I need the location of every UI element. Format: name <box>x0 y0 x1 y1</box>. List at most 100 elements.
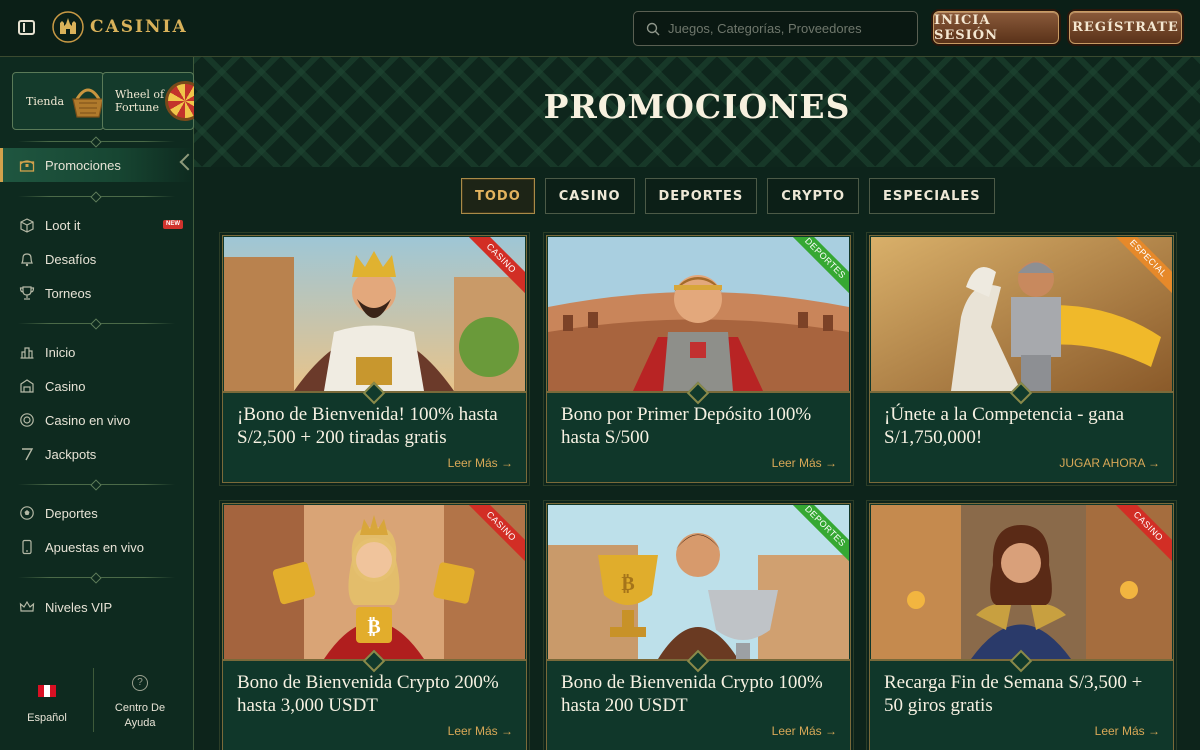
wheel-of-fortune-card[interactable]: Wheel of Fortune <box>102 72 194 130</box>
sidebar-item-casino-en-vivo[interactable]: Casino en vivo <box>0 403 193 437</box>
king-illustration <box>224 237 525 391</box>
help-label: Centro De Ayuda <box>114 702 166 729</box>
promo-title: Bono de Bienvenida Crypto 100% hasta 200… <box>561 672 823 716</box>
tab-casino[interactable]: CASINO <box>544 178 635 214</box>
divider <box>18 141 175 142</box>
new-badge: NEW <box>163 220 183 229</box>
sidebar-item-label: Deportes <box>45 505 98 521</box>
register-button[interactable]: REGÍSTRATE <box>1069 11 1182 44</box>
sidebar-item-inicio[interactable]: Inicio <box>0 335 193 369</box>
promo-image: ESPECIAL <box>871 237 1172 391</box>
sidebar-item-label: Promociones <box>45 157 121 173</box>
read-more-link[interactable]: Leer Más → <box>772 724 837 738</box>
read-more-link[interactable]: Leer Más → <box>448 724 513 738</box>
promo-card[interactable]: ₿ CASINO Bono de Bienvenida Crypto 200% … <box>219 500 530 750</box>
sidebar-item-label: Casino <box>45 378 86 394</box>
bell-icon <box>18 251 35 268</box>
tab-crypto[interactable]: CRYPTO <box>767 178 859 214</box>
divider <box>18 196 175 197</box>
sidebar-item-label: Inicio <box>45 344 76 360</box>
card-divider <box>547 659 850 661</box>
box-icon <box>18 217 35 234</box>
sidebar-item-label: Jackpots <box>45 446 97 462</box>
logo[interactable]: CASINIA <box>52 10 188 44</box>
tab-deportes[interactable]: DEPORTES <box>644 178 758 214</box>
card-divider <box>870 659 1173 661</box>
castle-logo-icon <box>52 11 84 43</box>
sidebar-item-label: Torneos <box>45 285 92 301</box>
sidebar-item-promociones[interactable]: Promociones <box>0 148 193 182</box>
read-more-link[interactable]: Leer Más → <box>448 456 513 470</box>
promo-card[interactable]: CASINO ¡Bono de Bienvenida! 100% hasta S… <box>219 232 530 486</box>
sidebar-item-apuestas-en-vivo[interactable]: Apuestas en vivo <box>0 530 193 564</box>
quick-links: Tienda Wheel of Fortune <box>12 72 194 130</box>
promo-card[interactable]: CASINO Recarga Fin de Semana S/3,500 + 5… <box>866 500 1177 750</box>
sidebar-item-label: Casino en vivo <box>45 412 131 428</box>
promo-image: ₿ CASINO <box>224 505 525 659</box>
casino-icon <box>18 378 35 395</box>
promo-image: DEPORTES <box>548 237 849 391</box>
card-divider <box>223 391 526 393</box>
read-more-link[interactable]: Leer Más → <box>772 456 837 470</box>
trophy-illustration: ₿ <box>548 505 849 659</box>
phone-icon <box>18 539 35 556</box>
divider <box>18 484 175 485</box>
divider <box>93 668 94 732</box>
peru-flag-icon <box>38 685 56 697</box>
sidebar-item-loot-it[interactable]: Loot it NEW <box>0 208 193 242</box>
chip-icon <box>18 412 35 429</box>
home-icon <box>18 344 35 361</box>
promo-title: Recarga Fin de Semana S/3,500 + 50 giros… <box>884 672 1143 716</box>
promo-title: Bono por Primer Depósito 100% hasta S/50… <box>561 404 812 448</box>
sidebar-item-label: Niveles VIP <box>45 599 113 615</box>
queen-crypto-illustration: ₿ <box>224 505 525 659</box>
card-divider <box>223 659 526 661</box>
main-content: PROMOCIONES TODO CASINO DEPORTES CRYPTO … <box>194 57 1200 750</box>
card-divider <box>870 391 1173 393</box>
play-now-link[interactable]: JUGAR AHORA → <box>1059 456 1160 470</box>
promo-filter-tabs: TODO CASINO DEPORTES CRYPTO ESPECIALES <box>461 178 995 214</box>
search-box[interactable] <box>633 11 918 46</box>
gladiator-illustration <box>548 237 849 391</box>
promo-card[interactable]: DEPORTES Bono por Primer Depósito 100% h… <box>543 232 854 486</box>
login-button[interactable]: INICIA SESIÓN <box>933 11 1059 44</box>
tab-todo[interactable]: TODO <box>461 178 535 214</box>
wheel-label: Wheel of Fortune <box>115 88 165 114</box>
heroine-illustration <box>871 505 1172 659</box>
brand-name: CASINIA <box>90 17 188 37</box>
tab-especiales[interactable]: ESPECIALES <box>869 178 995 214</box>
sidebar-item-torneos[interactable]: Torneos <box>0 276 193 310</box>
sidebar-item-casino[interactable]: Casino <box>0 369 193 403</box>
sidebar-item-label: Loot it <box>45 217 81 233</box>
language-selector[interactable]: Español <box>22 685 72 724</box>
sidebar-item-label: Apuestas en vivo <box>45 539 145 555</box>
language-label: Español <box>27 712 67 724</box>
sidebar-item-desafios[interactable]: Desafíos <box>0 242 193 276</box>
read-more-link[interactable]: Leer Más → <box>1095 724 1160 738</box>
promo-image: CASINO <box>871 505 1172 659</box>
sidebar-item-jackpots[interactable]: Jackpots <box>0 437 193 471</box>
top-header: CASINIA INICIA SESIÓN REGÍSTRATE <box>0 0 1200 57</box>
divider <box>18 323 175 324</box>
seven-icon <box>18 446 35 463</box>
promo-card[interactable]: ESPECIAL ¡Únete a la Competencia - gana … <box>866 232 1177 486</box>
search-icon <box>646 22 660 35</box>
promo-card[interactable]: ₿ DEPORTES Bono de Bienvenida Crypto 100… <box>543 500 854 750</box>
promo-title: ¡Bono de Bienvenida! 100% hasta S/2,500 … <box>237 404 498 448</box>
sidebar-footer: Español ? Centro De Ayuda <box>0 665 193 750</box>
shop-label: Tienda <box>26 94 65 108</box>
svg-text:₿: ₿ <box>621 571 634 595</box>
ball-icon <box>18 505 35 522</box>
page-title: PROMOCIONES <box>543 87 851 126</box>
chest-icon <box>18 157 35 174</box>
wheel-icon <box>165 81 194 121</box>
help-center-link[interactable]: ? Centro De Ayuda <box>106 675 174 731</box>
trophy-icon <box>18 285 35 302</box>
sidebar-toggle-icon[interactable] <box>18 20 35 35</box>
card-divider <box>547 391 850 393</box>
shop-card[interactable]: Tienda <box>12 72 104 130</box>
sidebar-item-niveles-vip[interactable]: Niveles VIP <box>0 590 193 624</box>
promo-image: ₿ DEPORTES <box>548 505 849 659</box>
sidebar-item-deportes[interactable]: Deportes <box>0 496 193 530</box>
search-input[interactable] <box>668 21 898 36</box>
